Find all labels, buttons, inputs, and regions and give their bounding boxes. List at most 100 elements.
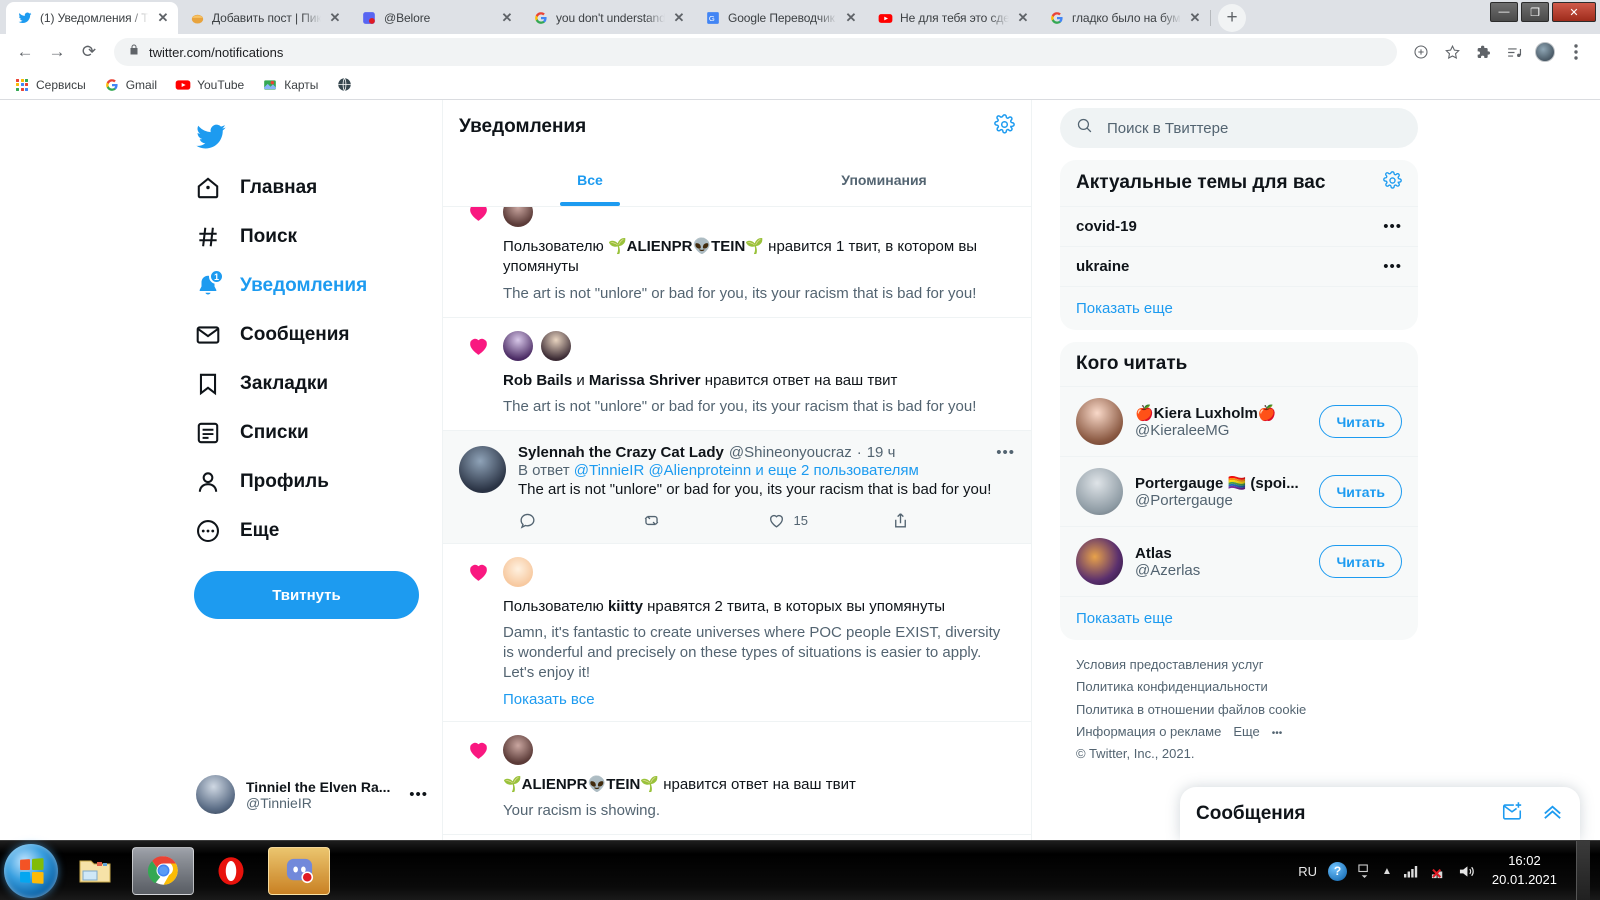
new-message-icon[interactable] <box>1501 800 1523 827</box>
close-icon[interactable]: ✕ <box>500 10 514 26</box>
show-hidden-icons-icon[interactable]: ▲ <box>1382 866 1392 877</box>
show-all-link[interactable]: Показать все <box>503 691 1015 708</box>
footer-link-ads[interactable]: Информация о рекламе <box>1076 721 1221 743</box>
sidebar-item-lists[interactable]: Списки <box>182 410 321 456</box>
forward-icon[interactable]: → <box>42 37 72 67</box>
trends-show-more-link[interactable]: Показать еще <box>1060 286 1418 330</box>
tab-all[interactable]: Все <box>443 153 737 206</box>
mention-link[interactable]: @Alienproteinn <box>648 462 751 479</box>
footer-link-cookies[interactable]: Политика в отношении файлов cookie <box>1076 699 1402 721</box>
notification-item[interactable]: Пользователю 🌱ALIENPR👽TEIN🌱 нравится 1 т… <box>443 207 1031 318</box>
taskbar-discord-icon[interactable] <box>268 846 330 895</box>
search-input[interactable] <box>1107 119 1402 137</box>
footer-link-privacy[interactable]: Политика конфиденциальности <box>1076 676 1402 698</box>
close-icon[interactable]: ✕ <box>328 10 342 26</box>
close-icon[interactable]: ✕ <box>844 10 858 26</box>
avatar[interactable] <box>1076 398 1123 445</box>
account-switcher[interactable]: Tinniel the Elven Ra... @TinnieIR ••• <box>186 767 438 822</box>
notification-item[interactable]: Пользователю kiitty нравятся 2 твита, в … <box>443 544 1031 722</box>
footer-link-more[interactable]: Еще <box>1233 721 1259 743</box>
network-error-icon[interactable] <box>1430 864 1447 879</box>
bookmark-star-icon[interactable] <box>1438 38 1466 66</box>
sidebar-item-messages[interactable]: Сообщения <box>182 312 362 358</box>
close-icon[interactable]: ✕ <box>672 10 686 26</box>
sidebar-item-profile[interactable]: Профиль <box>182 459 341 505</box>
footer-more-dots-icon[interactable]: ••• <box>1272 725 1283 742</box>
sidebar-item-home[interactable]: Главная <box>182 165 329 211</box>
bookmark-item-globe[interactable] <box>336 77 358 93</box>
sidebar-item-bookmarks[interactable]: Закладки <box>182 361 340 407</box>
browser-tab[interactable]: G Google Переводчик ✕ <box>694 2 867 34</box>
reload-icon[interactable]: ⟳ <box>74 37 104 67</box>
notifications-feed[interactable]: Пользователю 🌱ALIENPR👽TEIN🌱 нравится 1 т… <box>443 207 1031 840</box>
windows-start-icon[interactable] <box>4 843 58 898</box>
gear-icon[interactable] <box>994 113 1015 140</box>
back-icon[interactable]: ← <box>10 37 40 67</box>
avatar[interactable] <box>541 330 571 361</box>
browser-tab[interactable]: you don't understand it's ✕ <box>522 2 695 34</box>
browser-tab[interactable]: Не для тебя это сделано ✕ <box>866 2 1039 34</box>
bookmark-item-youtube[interactable]: YouTube <box>175 77 244 93</box>
sidebar-item-more[interactable]: Еще <box>182 508 291 554</box>
taskbar-chrome-icon[interactable] <box>132 846 194 895</box>
like-button[interactable]: 15 <box>767 511 891 530</box>
show-desktop-button[interactable] <box>1576 841 1590 900</box>
extensions-icon[interactable] <box>1469 38 1497 66</box>
install-app-icon[interactable] <box>1407 38 1435 66</box>
notification-item[interactable]: 🌱ALIENPR👽TEIN🌱 нравится ответ на ваш тви… <box>443 722 1031 835</box>
browser-tab[interactable]: (1) Уведомления / Твитте ✕ <box>6 2 178 34</box>
follow-button[interactable]: Читать <box>1319 405 1402 438</box>
taskbar-opera-icon[interactable] <box>200 847 262 895</box>
window-switch-icon[interactable] <box>1358 863 1371 879</box>
avatar[interactable] <box>1076 468 1123 515</box>
follow-suggestion[interactable]: Atlas @Azerlas Читать <box>1060 526 1418 596</box>
sidebar-item-explore[interactable]: Поиск <box>182 214 309 260</box>
address-bar[interactable]: twitter.com/notifications <box>114 38 1397 66</box>
more-options-icon[interactable]: ••• <box>1383 218 1402 235</box>
tweet-button[interactable]: Твитнуть <box>194 571 419 619</box>
bookmark-item-gmail[interactable]: Gmail <box>104 77 157 93</box>
who-to-follow-show-more-link[interactable]: Показать еще <box>1060 596 1418 640</box>
help-icon[interactable]: ? <box>1328 861 1348 881</box>
bookmark-item-maps[interactable]: Карты <box>262 77 318 93</box>
close-icon[interactable]: ✕ <box>1016 10 1030 26</box>
twitter-bird-icon[interactable] <box>186 112 236 162</box>
share-button[interactable] <box>891 511 1015 530</box>
avatar[interactable] <box>503 556 533 587</box>
browser-tab[interactable]: @Belore ✕ <box>350 2 523 34</box>
new-tab-button[interactable]: + <box>1218 4 1246 32</box>
browser-tab[interactable]: гладко было на бумаге д ✕ <box>1038 2 1211 34</box>
taskbar-explorer-icon[interactable] <box>64 847 126 895</box>
close-window-button[interactable]: ✕ <box>1552 2 1596 22</box>
trend-item[interactable]: covid-19 ••• <box>1060 206 1418 246</box>
bookmark-item-services[interactable]: Сервисы <box>14 77 86 93</box>
sidebar-item-notifications[interactable]: 1 Уведомления <box>182 263 379 309</box>
reply-button[interactable] <box>518 511 642 530</box>
more-options-icon[interactable]: ••• <box>409 786 428 803</box>
retweet-button[interactable] <box>642 511 766 530</box>
follow-button[interactable]: Читать <box>1319 475 1402 508</box>
gear-icon[interactable] <box>1383 171 1402 195</box>
follow-suggestion[interactable]: 🍎Kiera Luxholm🍎 @KieraleeMG Читать <box>1060 386 1418 456</box>
taskbar-clock[interactable]: 16:02 20.01.2021 <box>1492 852 1557 890</box>
mention-link[interactable]: @TinnieIR <box>574 462 645 479</box>
avatar[interactable] <box>503 207 533 227</box>
avatar[interactable] <box>503 734 533 765</box>
more-users-link[interactable]: и еще 2 пользователям <box>755 462 918 479</box>
avatar[interactable] <box>1076 538 1123 585</box>
notification-item[interactable]: Rob Bails и Marissa Shriver нравится отв… <box>443 318 1031 432</box>
tab-mentions[interactable]: Упоминания <box>737 153 1031 206</box>
trend-item[interactable]: ukraine ••• <box>1060 246 1418 286</box>
language-indicator[interactable]: RU <box>1298 864 1317 879</box>
avatar[interactable] <box>459 446 506 494</box>
more-options-icon[interactable]: ••• <box>1383 258 1402 275</box>
avatar[interactable] <box>503 330 533 361</box>
maximize-button[interactable]: ❐ <box>1521 2 1549 22</box>
follow-button[interactable]: Читать <box>1319 545 1402 578</box>
follow-suggestion[interactable]: Portergauge 🏳️‍🌈 (spoi... @Portergauge Ч… <box>1060 456 1418 526</box>
chrome-menu-icon[interactable] <box>1562 38 1590 66</box>
tweet-author-name[interactable]: Sylennah the Crazy Cat Lady <box>518 444 724 461</box>
minimize-button[interactable]: — <box>1490 2 1518 22</box>
chevron-up-icon[interactable] <box>1541 800 1564 828</box>
volume-icon[interactable] <box>1458 864 1475 879</box>
